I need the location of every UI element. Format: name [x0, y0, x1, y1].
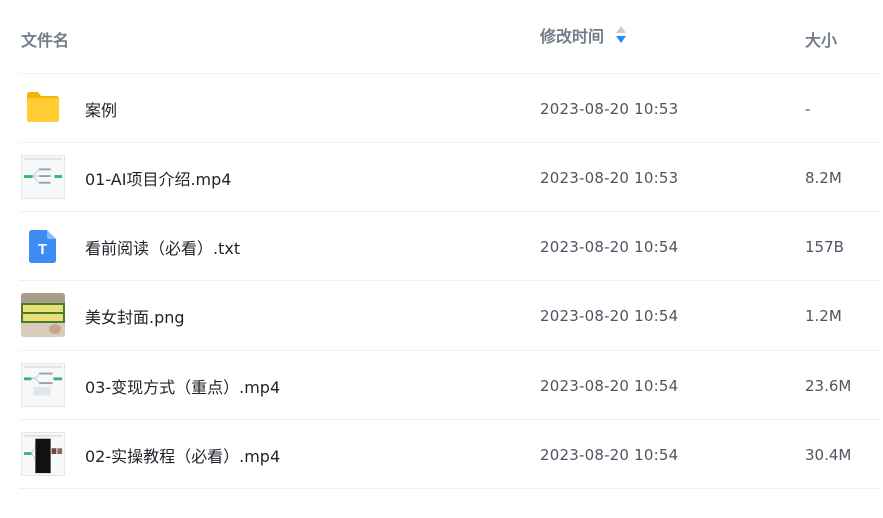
file-size: 23.6M [805, 376, 852, 395]
video-thumbnail [21, 432, 65, 476]
file-name[interactable]: 01-AI项目介绍.mp4 [85, 143, 231, 212]
image-thumbnail [21, 293, 65, 337]
column-header-name[interactable]: 文件名 [21, 2, 69, 76]
column-header-name-label: 文件名 [21, 31, 70, 50]
file-row-folder[interactable]: 案例 2023-08-20 10:53 - [19, 74, 881, 143]
file-row-text[interactable]: T 看前阅读（必看）.txt 2023-08-20 10:54 157B [19, 212, 881, 281]
file-row-video[interactable]: 01-AI项目介绍.mp4 2023-08-20 10:53 8.2M [19, 143, 881, 212]
column-header-time-label: 修改时间 [540, 27, 605, 46]
column-header-size[interactable]: 大小 [805, 2, 837, 76]
file-size: 157B [805, 237, 844, 256]
file-modified-time: 2023-08-20 10:54 [540, 445, 679, 464]
file-row-image[interactable]: 美女封面.png 2023-08-20 10:54 1.2M [19, 281, 881, 350]
file-size: 30.4M [805, 445, 852, 464]
file-name[interactable]: 03-变现方式（重点）.mp4 [85, 351, 280, 420]
column-header-modified-time[interactable]: 修改时间 [540, 0, 627, 72]
file-size: 8.2M [805, 168, 842, 187]
file-name[interactable]: 案例 [85, 74, 117, 143]
file-size: - [805, 99, 811, 118]
svg-text:T: T [38, 241, 47, 258]
file-size: 1.2M [805, 306, 842, 325]
file-row-video[interactable]: 03-变现方式（重点）.mp4 2023-08-20 10:54 23.6M [19, 351, 881, 420]
divider [19, 488, 881, 489]
file-modified-time: 2023-08-20 10:53 [540, 99, 679, 118]
file-name[interactable]: 看前阅读（必看）.txt [85, 212, 240, 281]
column-header-size-label: 大小 [805, 31, 838, 50]
folder-icon [27, 92, 59, 122]
sort-ascending-icon [616, 26, 627, 33]
file-modified-time: 2023-08-20 10:54 [540, 306, 679, 325]
sort-icon[interactable] [616, 26, 627, 44]
file-modified-time: 2023-08-20 10:53 [540, 168, 679, 187]
file-name[interactable]: 02-实操教程（必看）.mp4 [85, 420, 280, 489]
file-name[interactable]: 美女封面.png [85, 281, 185, 350]
file-modified-time: 2023-08-20 10:54 [540, 237, 679, 256]
file-list-header: 文件名 修改时间 大小 [0, 0, 883, 74]
file-row-video[interactable]: 02-实操教程（必看）.mp4 2023-08-20 10:54 30.4M [19, 420, 881, 489]
sort-descending-icon [616, 36, 627, 43]
video-thumbnail [21, 155, 65, 199]
file-modified-time: 2023-08-20 10:54 [540, 376, 679, 395]
video-thumbnail [21, 363, 65, 407]
txt-file-icon: T [29, 230, 56, 263]
